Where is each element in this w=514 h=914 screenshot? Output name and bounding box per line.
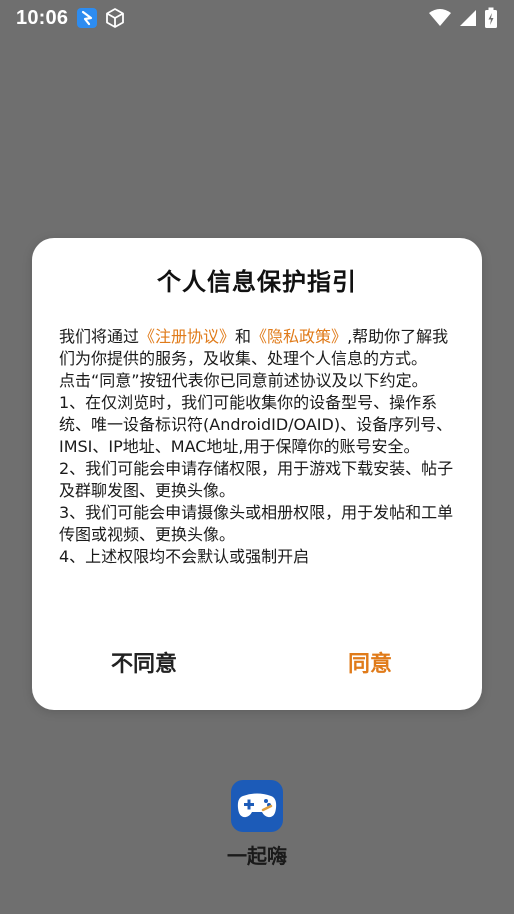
status-bar: 10:06 bbox=[0, 0, 514, 36]
status-right-icons bbox=[428, 7, 498, 29]
disagree-button[interactable]: 不同意 bbox=[44, 634, 244, 690]
terms-link[interactable]: 《注册协议》 bbox=[139, 327, 235, 346]
app-name: 一起嗨 bbox=[227, 844, 287, 868]
battery-charging-icon bbox=[484, 7, 498, 29]
cube-icon bbox=[104, 7, 126, 29]
wifi-icon bbox=[428, 8, 452, 28]
dialog-body-scroll[interactable]: 我们将通过《注册协议》和《隐私政策》,帮助你了解我们为你提供的服务，及收集、处理… bbox=[59, 326, 455, 598]
privacy-policy-link[interactable]: 《隐私政策》 bbox=[251, 327, 347, 346]
clause-item-4: 4、上述权限均不会默认或强制开启 bbox=[59, 547, 310, 566]
intro-prefix: 我们将通过 bbox=[59, 327, 140, 346]
clause-item-2: 2、我们可能会申请存储权限，用于游戏下载安装、帖子及群聊发图、更换头像。 bbox=[59, 459, 454, 500]
intro-and: 和 bbox=[235, 327, 252, 346]
clause-item-3: 3、我们可能会申请摄像头或相册权限，用于发帖和工单传图或视频、更换头像。 bbox=[59, 503, 454, 544]
privacy-dialog: 个人信息保护指引 我们将通过《注册协议》和《隐私政策》,帮助你了解我们为你提供的… bbox=[32, 238, 482, 710]
gamepad-icon bbox=[231, 780, 283, 832]
clause-item-1: 1、在仅浏览时，我们可能收集你的设备型号、操作系统、唯一设备标识符(Androi… bbox=[59, 393, 453, 456]
dialog-actions: 不同意 同意 bbox=[32, 634, 482, 690]
consent-note: 点击“同意”按钮代表你已同意前述协议及以下约定。 bbox=[59, 371, 428, 390]
dialog-title: 个人信息保护指引 bbox=[157, 268, 357, 296]
app-notification-icon bbox=[76, 7, 98, 29]
status-left-icons bbox=[76, 7, 126, 29]
agree-button[interactable]: 同意 bbox=[270, 634, 470, 690]
cell-signal-icon bbox=[458, 8, 478, 28]
status-time: 10:06 bbox=[16, 6, 69, 29]
intro-paragraph: 我们将通过《注册协议》和《隐私政策》,帮助你了解我们为你提供的服务，及收集、处理… bbox=[59, 326, 455, 370]
